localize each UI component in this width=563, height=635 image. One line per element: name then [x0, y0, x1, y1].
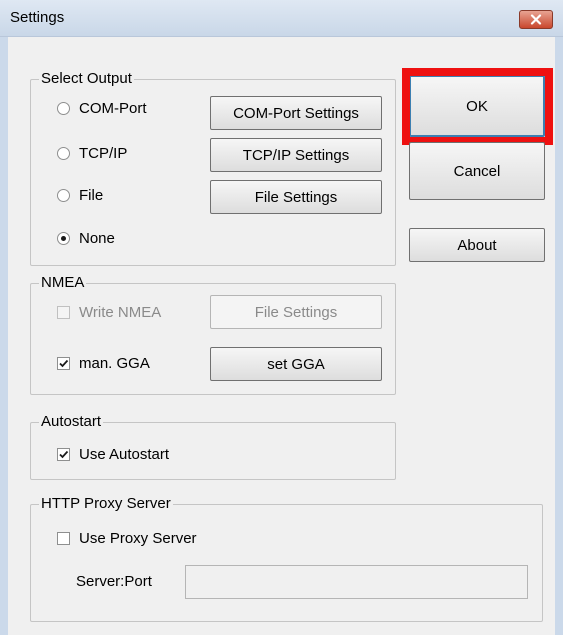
com-port-settings-button[interactable]: COM-Port Settings: [210, 96, 382, 130]
autostart-legend: Autostart: [39, 413, 104, 431]
man-gga-label: man. GGA: [79, 355, 150, 372]
man-gga-checkbox[interactable]: man. GGA: [57, 355, 150, 372]
title-bar: Settings: [0, 0, 563, 37]
proxy-legend: HTTP Proxy Server: [39, 495, 173, 513]
use-autostart-box[interactable]: [57, 448, 70, 461]
about-button[interactable]: About: [409, 228, 545, 262]
proxy-group: HTTP Proxy Server: [30, 495, 543, 622]
radio-tcp-ip-label: TCP/IP: [79, 145, 128, 162]
radio-tcp-ip[interactable]: TCP/IP: [57, 145, 127, 162]
close-button[interactable]: [519, 10, 553, 29]
set-gga-button[interactable]: set GGA: [210, 347, 382, 381]
ok-button-highlight: [402, 68, 553, 145]
radio-file-circle[interactable]: [57, 189, 70, 202]
window-title: Settings: [10, 9, 65, 26]
radio-com-port-label: COM-Port: [79, 100, 147, 117]
close-icon: [530, 14, 542, 25]
nmea-legend: NMEA: [39, 274, 87, 292]
man-gga-box[interactable]: [57, 357, 70, 370]
write-nmea-checkbox[interactable]: Write NMEA: [57, 304, 161, 321]
radio-file[interactable]: File: [57, 187, 103, 204]
use-autostart-checkbox[interactable]: Use Autostart: [57, 446, 169, 463]
radio-none-label: None: [79, 230, 115, 247]
radio-com-port-circle[interactable]: [57, 102, 70, 115]
nmea-file-settings-button[interactable]: File Settings: [210, 295, 382, 329]
checkmark-icon: [59, 450, 69, 459]
use-proxy-checkbox[interactable]: Use Proxy Server: [57, 530, 197, 547]
server-port-label: Server:Port: [76, 573, 152, 590]
use-proxy-box[interactable]: [57, 532, 70, 545]
use-proxy-label: Use Proxy Server: [79, 530, 197, 547]
tcp-ip-settings-button[interactable]: TCP/IP Settings: [210, 138, 382, 172]
checkmark-icon: [59, 359, 69, 368]
cancel-button[interactable]: Cancel: [409, 142, 545, 200]
radio-none-circle[interactable]: [57, 232, 70, 245]
file-settings-button[interactable]: File Settings: [210, 180, 382, 214]
write-nmea-box[interactable]: [57, 306, 70, 319]
write-nmea-label: Write NMEA: [79, 304, 162, 321]
select-output-legend: Select Output: [39, 70, 134, 88]
radio-none[interactable]: None: [57, 230, 115, 247]
settings-dialog: Settings Select Output COM-Port TCP/IP F…: [0, 0, 563, 635]
server-port-field[interactable]: [185, 565, 528, 599]
use-autostart-label: Use Autostart: [79, 446, 170, 463]
radio-file-label: File: [79, 187, 104, 204]
radio-com-port[interactable]: COM-Port: [57, 100, 147, 117]
radio-tcp-ip-circle[interactable]: [57, 147, 70, 160]
